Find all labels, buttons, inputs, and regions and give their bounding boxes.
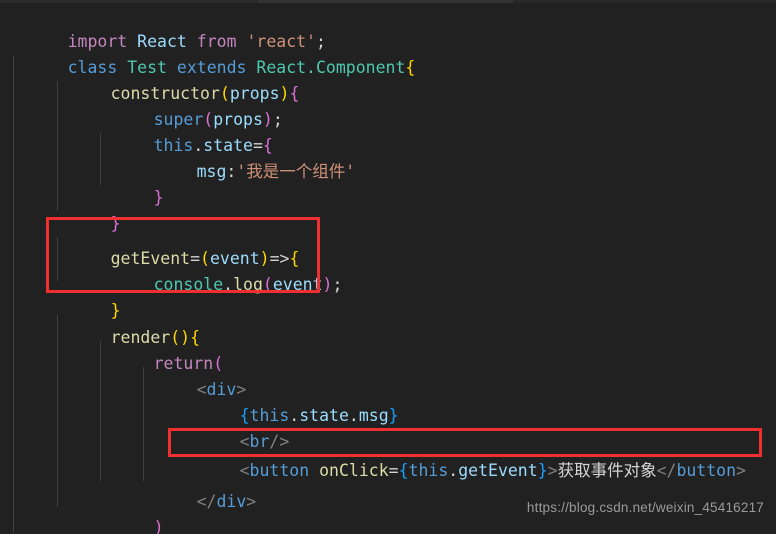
token-property-msg-expr: msg bbox=[358, 406, 389, 425]
code-line-19[interactable]: ) bbox=[94, 489, 164, 534]
token-brace-open-class: { bbox=[405, 58, 416, 77]
token-jsx-closelt-div: </ bbox=[196, 492, 217, 511]
token-paren-open-log: ( bbox=[262, 275, 273, 294]
code-line-13[interactable]: return( bbox=[94, 325, 224, 373]
token-paren-close-return: ) bbox=[153, 518, 164, 534]
token-jsx-attr-equals: = bbox=[388, 461, 399, 480]
token-method-ref-getevent: getEvent bbox=[458, 461, 538, 480]
token-jsx-closetag-button: button bbox=[676, 461, 737, 480]
code-editor-viewport[interactable]: import React from 'react'; class Test ex… bbox=[0, 3, 776, 534]
token-keyword-this-handler: this bbox=[408, 461, 449, 480]
token-dot-console: . bbox=[223, 275, 234, 294]
token-jsx-text-button-label: 获取事件对象 bbox=[557, 461, 657, 480]
code-line-9[interactable]: getEvent=(event)=>{ bbox=[51, 220, 300, 268]
token-jsx-closegt-div: > bbox=[246, 492, 257, 511]
code-line-8[interactable]: } bbox=[51, 185, 121, 233]
code-line-3[interactable]: constructor(props){ bbox=[51, 55, 300, 103]
token-dot-expr-2: . bbox=[348, 406, 359, 425]
token-method-log: log bbox=[233, 275, 263, 294]
token-string-msg-value: '我是一个组件' bbox=[236, 162, 356, 181]
watermark-url: https://blog.csdn.net/weixin_45416217 bbox=[526, 500, 764, 515]
code-line-10[interactable]: console.log(event); bbox=[94, 246, 343, 294]
token-jsx-brace-open-handler: { bbox=[398, 461, 409, 480]
token-jsx-tag-button: button bbox=[249, 461, 310, 480]
token-jsx-attr-onclick: onClick bbox=[319, 461, 389, 480]
token-semicolon-log: ; bbox=[332, 275, 343, 294]
code-editor-screenshot: import React from 'react'; class Test ex… bbox=[0, 0, 776, 534]
code-line-16[interactable]: <br/> bbox=[180, 403, 290, 451]
code-line-4[interactable]: super(props); bbox=[94, 81, 283, 129]
token-brace-open-ctor: { bbox=[289, 84, 300, 103]
code-line-11[interactable]: } bbox=[51, 272, 121, 320]
code-line-12[interactable]: render(){ bbox=[51, 299, 200, 347]
token-jsx-closelt-button: </ bbox=[656, 461, 677, 480]
token-colon-msg: : bbox=[226, 162, 237, 181]
code-line-1[interactable]: import React from 'react'; bbox=[8, 3, 326, 51]
token-jsx-gt-button: > bbox=[547, 461, 558, 480]
token-jsx-brace-close-handler: } bbox=[537, 461, 548, 480]
token-brace-close-state: } bbox=[153, 188, 164, 207]
token-dot-handler: . bbox=[448, 461, 459, 480]
code-line-6[interactable]: msg:'我是一个组件' bbox=[137, 133, 356, 181]
token-object-console: console bbox=[153, 275, 224, 294]
code-line-18[interactable]: </div> bbox=[137, 463, 257, 511]
token-brace-close-expr: } bbox=[388, 406, 399, 425]
code-line-14[interactable]: <div> bbox=[137, 351, 247, 399]
code-line-5[interactable]: this.state={ bbox=[94, 107, 273, 155]
token-key-msg: msg bbox=[196, 162, 227, 181]
code-line-17[interactable]: <button onClick={this.getEvent}>获取事件对象</… bbox=[180, 432, 746, 480]
token-arg-event-log: event bbox=[272, 275, 323, 294]
token-paren-close-log: ) bbox=[322, 275, 333, 294]
token-dot-expr-1: . bbox=[289, 406, 300, 425]
token-jsx-closetag-div: div bbox=[216, 492, 247, 511]
code-line-20[interactable]: } bbox=[51, 515, 121, 534]
token-semicolon-super: ; bbox=[272, 110, 283, 129]
code-line-2[interactable]: class Test extends React.Component{ bbox=[8, 29, 416, 77]
token-property-state-expr: state bbox=[299, 406, 349, 425]
code-line-7[interactable]: } bbox=[94, 159, 164, 207]
token-jsx-closegt-button: > bbox=[736, 461, 746, 480]
code-line-15[interactable]: {this.state.msg} bbox=[180, 377, 399, 425]
indent-guide-level-1 bbox=[13, 55, 14, 533]
